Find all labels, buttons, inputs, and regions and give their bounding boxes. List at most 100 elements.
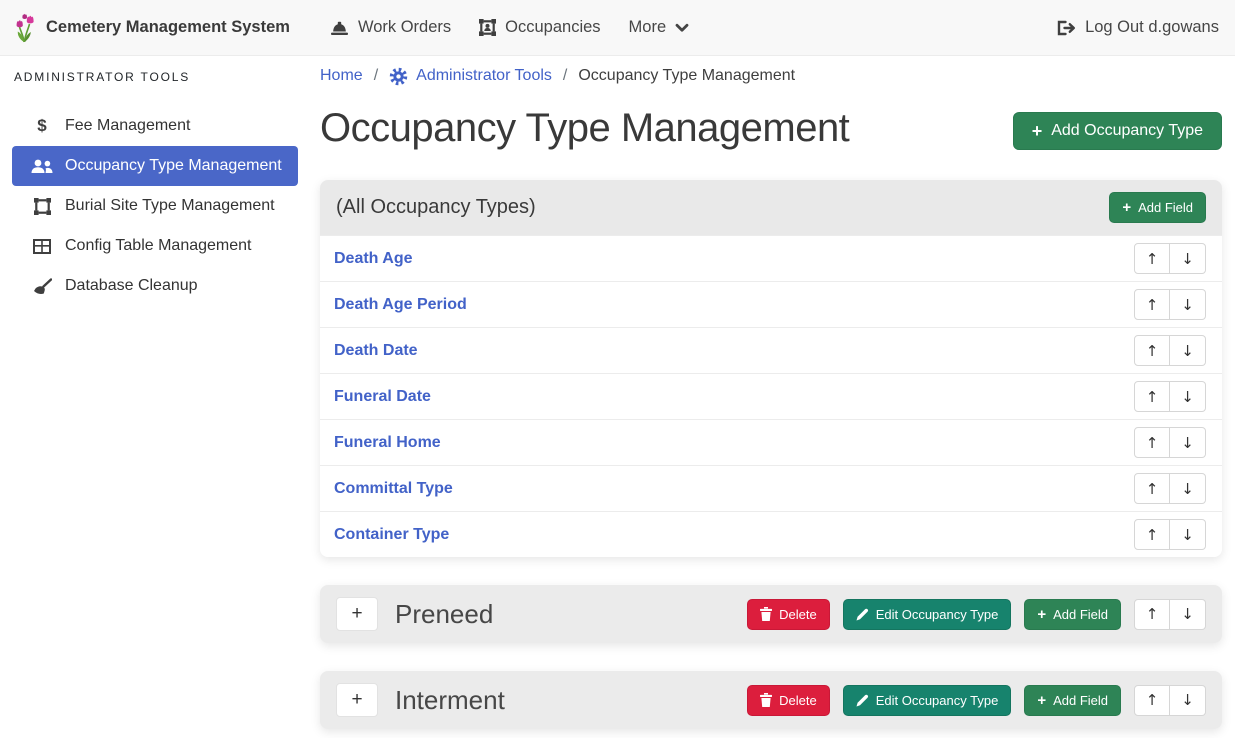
button-label: Delete [779,693,817,708]
move-down-button[interactable]: ↓ [1170,427,1206,458]
plus-icon: + [1032,122,1043,140]
gear-icon [389,67,408,86]
edit-occupancy-type-button[interactable]: Edit Occupancy Type [843,685,1012,716]
add-occupancy-type-button[interactable]: + Add Occupancy Type [1013,112,1222,150]
up-arrow-icon: ↑ [1146,526,1159,544]
reorder-controls: ↑ ↓ [1134,243,1206,274]
nav-item-work-orders[interactable]: Work Orders [316,18,465,37]
move-up-button[interactable]: ↑ [1134,335,1170,366]
section-actions: Delete Edit Occupancy Type + Add Field ↑ [747,685,1206,716]
sidebar-item-label: Fee Management [65,117,190,135]
move-down-button[interactable]: ↓ [1170,519,1206,550]
breadcrumb: Home / Administrator Tools / Occupancy T… [320,64,1222,88]
breadcrumb-current: Occupancy Type Management [578,67,795,85]
table-icon [30,239,54,254]
down-arrow-icon: ↓ [1181,388,1194,406]
sidebar-item-fee-management[interactable]: $ Fee Management [12,106,298,146]
section-actions: Delete Edit Occupancy Type + Add Field ↑ [747,599,1206,630]
move-down-button[interactable]: ↓ [1170,243,1206,274]
top-navbar: Cemetery Management System Work Orders [0,0,1235,56]
logout-label: Log Out d.gowans [1085,18,1219,37]
logout-button[interactable]: Log Out d.gowans [1057,18,1221,37]
sign-out-icon [1057,20,1076,36]
move-up-button[interactable]: ↑ [1134,519,1170,550]
expand-button[interactable]: + [336,597,378,631]
add-field-button[interactable]: + Add Field [1024,685,1121,716]
add-field-button[interactable]: + Add Field [1109,192,1206,223]
down-arrow-icon: ↓ [1181,250,1194,268]
title-row: Occupancy Type Management + Add Occupanc… [320,104,1222,152]
sidebar-item-label: Occupancy Type Management [65,157,282,175]
sidebar: ADMINISTRATOR TOOLS $ Fee Management [0,56,320,738]
move-down-button[interactable]: ↓ [1170,473,1206,504]
sidebar-item-config-table-management[interactable]: Config Table Management [12,226,298,266]
up-arrow-icon: ↑ [1146,250,1159,268]
occupancies-icon [479,19,496,36]
trash-icon [760,607,772,621]
field-link[interactable]: Funeral Home [334,434,441,452]
move-down-button[interactable]: ↓ [1170,335,1206,366]
move-up-button[interactable]: ↑ [1134,427,1170,458]
breadcrumb-separator: / [374,67,378,85]
field-link[interactable]: Death Date [334,342,418,360]
nav-item-occupancies[interactable]: Occupancies [465,18,614,37]
field-row: Container Type ↑ ↓ [320,511,1222,557]
button-label: Add Field [1138,200,1193,215]
button-label: Add Occupancy Type [1051,122,1203,140]
field-link[interactable]: Death Age [334,250,413,268]
sidebar-item-burial-site-type-management[interactable]: Burial Site Type Management [12,186,298,226]
field-row: Death Age Period ↑ ↓ [320,281,1222,327]
vector-square-icon [30,198,54,215]
field-link[interactable]: Container Type [334,526,449,544]
expand-button[interactable]: + [336,683,378,717]
down-arrow-icon: ↓ [1181,434,1194,452]
up-arrow-icon: ↑ [1146,480,1159,498]
sidebar-item-label: Burial Site Type Management [65,197,275,215]
section-interment: + Interment Delete [320,671,1222,729]
move-down-button[interactable]: ↓ [1170,289,1206,320]
up-arrow-icon: ↑ [1146,342,1159,360]
delete-button[interactable]: Delete [747,599,830,630]
button-label: Edit Occupancy Type [876,607,999,622]
field-link[interactable]: Death Age Period [334,296,467,314]
sidebar-heading: ADMINISTRATOR TOOLS [12,70,298,84]
move-up-button[interactable]: ↑ [1134,473,1170,504]
up-arrow-icon: ↑ [1146,691,1159,709]
field-link[interactable]: Funeral Date [334,388,431,406]
move-up-button[interactable]: ↑ [1134,243,1170,274]
move-up-button[interactable]: ↑ [1134,685,1170,716]
field-row: Funeral Home ↑ ↓ [320,419,1222,465]
move-up-button[interactable]: ↑ [1134,381,1170,412]
breadcrumb-home-link[interactable]: Home [320,67,363,85]
move-down-button[interactable]: ↓ [1170,685,1206,716]
plus-icon: + [1122,200,1131,215]
breadcrumb-admin-tools-link[interactable]: Administrator Tools [389,67,552,86]
add-field-button[interactable]: + Add Field [1024,599,1121,630]
brand[interactable]: Cemetery Management System [14,13,290,43]
sidebar-item-occupancy-type-management[interactable]: Occupancy Type Management [12,146,298,186]
move-up-button[interactable]: ↑ [1134,289,1170,320]
move-down-button[interactable]: ↓ [1170,599,1206,630]
reorder-controls: ↑ ↓ [1134,685,1206,716]
tulip-logo-icon [14,13,36,43]
field-link[interactable]: Committal Type [334,480,453,498]
down-arrow-icon: ↓ [1181,296,1194,314]
move-up-button[interactable]: ↑ [1134,599,1170,630]
nav-item-label: Work Orders [358,18,451,37]
chevron-down-icon [675,23,689,33]
delete-button[interactable]: Delete [747,685,830,716]
down-arrow-icon: ↓ [1181,526,1194,544]
nav-item-more[interactable]: More [615,18,704,37]
broom-icon [30,278,54,295]
sidebar-item-database-cleanup[interactable]: Database Cleanup [12,266,298,306]
up-arrow-icon: ↑ [1146,296,1159,314]
edit-occupancy-type-button[interactable]: Edit Occupancy Type [843,599,1012,630]
breadcrumb-separator: / [563,67,567,85]
move-down-button[interactable]: ↓ [1170,381,1206,412]
breadcrumb-label: Home [320,67,363,85]
down-arrow-icon: ↓ [1181,342,1194,360]
reorder-controls: ↑ ↓ [1134,473,1206,504]
card-header: (All Occupancy Types) + Add Field [320,180,1222,235]
down-arrow-icon: ↓ [1181,480,1194,498]
page-title: Occupancy Type Management [320,104,849,152]
